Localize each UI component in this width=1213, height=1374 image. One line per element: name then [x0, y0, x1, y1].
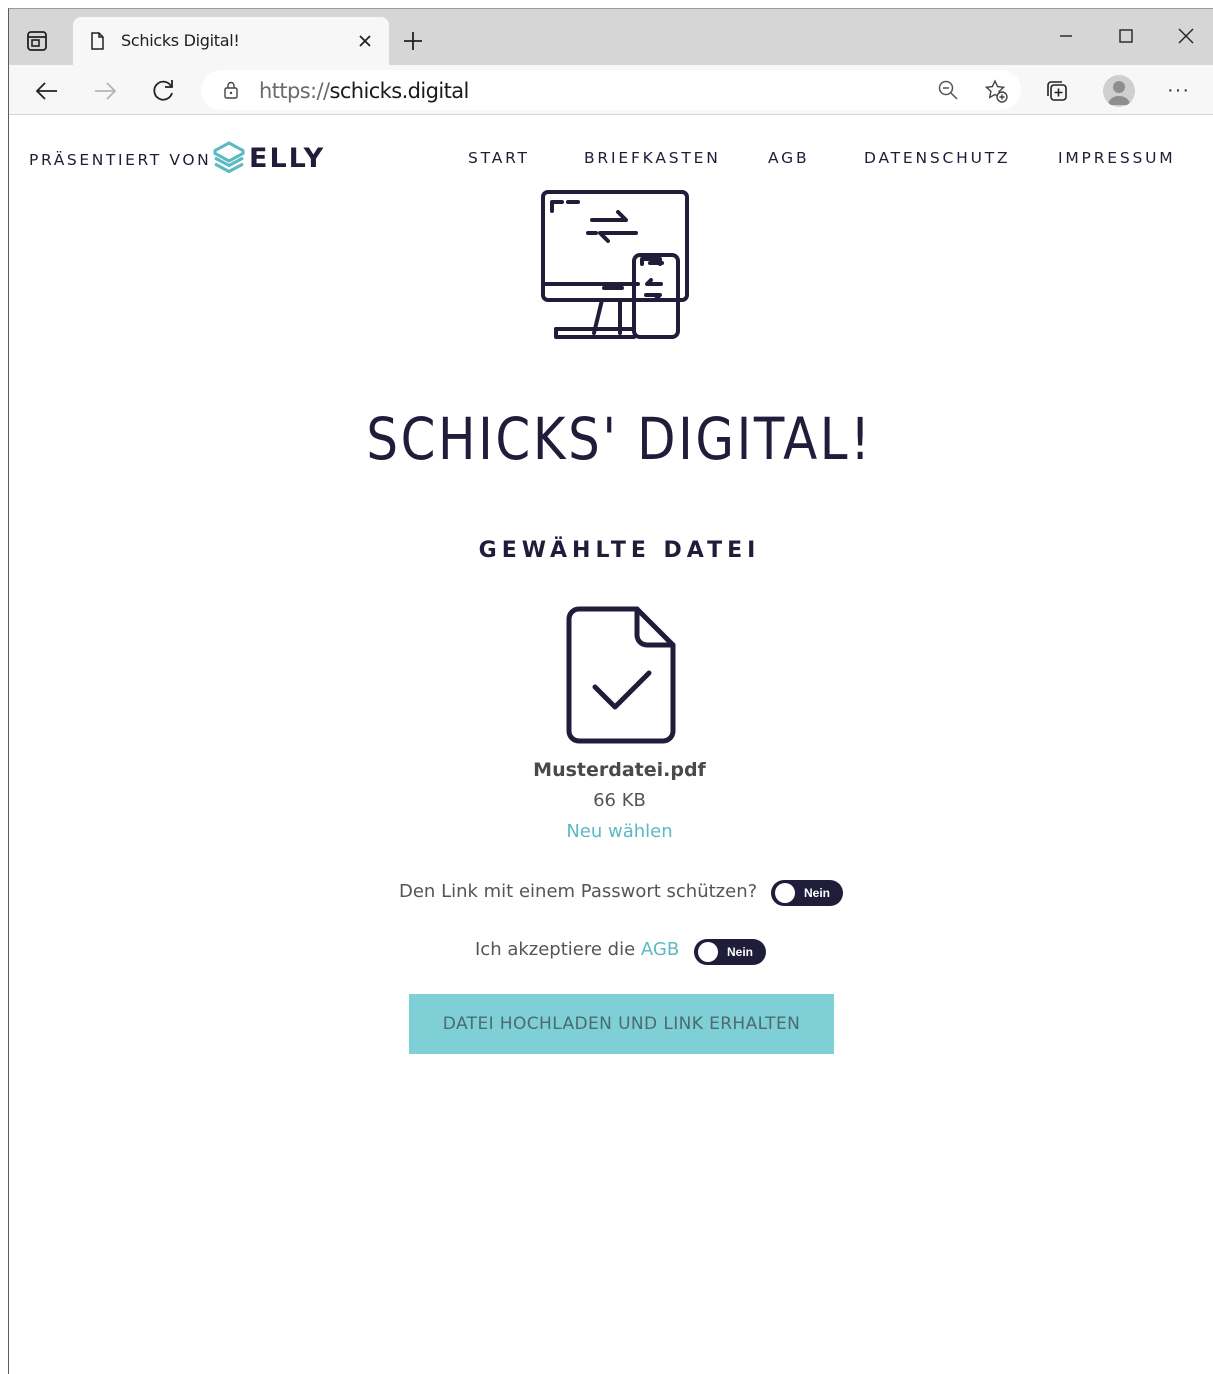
add-favorite-icon[interactable]: [983, 78, 1009, 104]
collections-icon[interactable]: [1044, 78, 1070, 104]
page-title: SCHICKS' DIGITAL!: [366, 405, 873, 473]
brand-name[interactable]: ELLY: [249, 143, 325, 174]
section-title: GEWÄHLTE DATEI: [478, 538, 761, 563]
tab-title: Schicks Digital!: [121, 31, 240, 50]
presented-by-label: PRÄSENTIERT VON: [29, 151, 212, 169]
nav-agb[interactable]: AGB: [768, 149, 809, 167]
browser-toolbar: https://schicks.digital ···: [9, 65, 1213, 115]
maximize-icon[interactable]: [1109, 19, 1143, 53]
upload-button[interactable]: DATEI HOCHLADEN UND LINK ERHALTEN: [409, 994, 834, 1054]
nav-start[interactable]: START: [468, 149, 530, 167]
terms-toggle[interactable]: Nein: [694, 939, 766, 965]
forward-arrow-icon[interactable]: [89, 75, 121, 107]
elly-logo-icon[interactable]: [212, 141, 246, 177]
plus-icon[interactable]: [401, 29, 425, 53]
reload-icon[interactable]: [147, 75, 179, 107]
nav-briefkasten[interactable]: BRIEFKASTEN: [584, 149, 721, 167]
toggle-knob: [698, 942, 718, 962]
reselect-file-link[interactable]: Neu wählen: [9, 821, 1213, 842]
zoom-out-icon[interactable]: [936, 78, 960, 102]
file-name: Musterdatei.pdf: [533, 759, 706, 781]
terms-option-label: Ich akzeptiere die AGB: [475, 939, 680, 960]
site-header: PRÄSENTIERT VON ELLY START BRIEFKASTEN A…: [9, 115, 1213, 195]
file-check-icon: [565, 605, 677, 747]
close-icon[interactable]: [355, 31, 375, 51]
minimize-icon[interactable]: [1049, 19, 1083, 53]
password-toggle[interactable]: Nein: [771, 880, 843, 906]
title-bar: Schicks Digital!: [9, 9, 1213, 65]
toggle-label: Nein: [804, 886, 831, 900]
browser-tab[interactable]: Schicks Digital!: [73, 17, 389, 65]
window-close-icon[interactable]: [1169, 19, 1203, 53]
nav-datenschutz[interactable]: DATENSCHUTZ: [864, 149, 1010, 167]
lock-icon[interactable]: [221, 80, 241, 100]
address-bar[interactable]: https://schicks.digital: [201, 70, 1021, 110]
tab-actions-icon[interactable]: [25, 29, 49, 53]
password-option-label: Den Link mit einem Passwort schützen?: [399, 881, 758, 902]
more-menu-icon[interactable]: ···: [1167, 79, 1190, 102]
agb-link[interactable]: AGB: [641, 939, 679, 960]
toggle-label: Nein: [727, 945, 754, 959]
back-arrow-icon[interactable]: [31, 75, 63, 107]
device-transfer-illustration-icon: [534, 189, 704, 349]
browser-window: Schicks Digital! https://schicks.digital…: [8, 8, 1213, 1374]
page-icon: [87, 31, 107, 51]
toggle-knob: [775, 883, 795, 903]
url-text[interactable]: https://schicks.digital: [259, 79, 469, 103]
profile-avatar[interactable]: [1103, 75, 1135, 107]
nav-impressum[interactable]: IMPRESSUM: [1058, 149, 1175, 167]
file-size: 66 KB: [593, 790, 646, 811]
